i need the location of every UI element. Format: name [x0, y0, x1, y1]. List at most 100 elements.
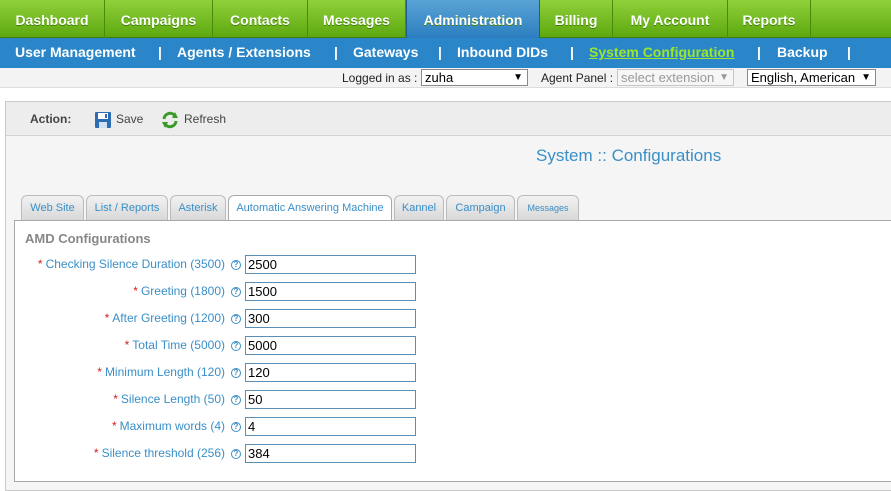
required-mark: * [104, 311, 110, 325]
help-icon[interactable]: ? [231, 449, 241, 459]
field-label: * After Greeting (1200) [105, 311, 225, 325]
field-label-text: After Greeting (1200) [112, 311, 225, 325]
field-label-text: Silence threshold (256) [101, 446, 225, 460]
tab-reports[interactable]: Reports [728, 0, 811, 38]
help-icon[interactable]: ? [231, 314, 241, 324]
maximum-words-input[interactable] [245, 417, 416, 436]
subnav-system-configuration[interactable]: System Configuration [589, 38, 734, 68]
required-mark: * [113, 392, 118, 406]
field-row: * Greeting (1800) ? [15, 282, 435, 302]
section-title: AMD Configurations [25, 231, 151, 246]
sub-navigation: User Management | Agents / Extensions | … [0, 38, 891, 68]
tab-asterisk[interactable]: Asterisk [170, 195, 226, 220]
action-bar: Action: Save Refresh [6, 102, 891, 136]
help-icon[interactable]: ? [231, 341, 241, 351]
total-time-input[interactable] [245, 336, 416, 355]
field-label-text: Maximum words (4) [119, 419, 225, 433]
save-label: Save [116, 112, 144, 126]
field-row: * Maximum words (4) ? [15, 417, 435, 437]
field-row: * Silence Length (50) ? [15, 390, 435, 410]
tab-dashboard[interactable]: Dashboard [0, 0, 105, 38]
greeting-input[interactable] [245, 282, 416, 301]
subnav-separator: | [158, 44, 162, 60]
field-label: * Silence threshold (256) [94, 446, 225, 460]
action-label: Action: [30, 112, 72, 126]
silence-length-input[interactable] [245, 390, 416, 409]
user-select[interactable]: zuha ▼ [421, 69, 528, 86]
subnav-inbound-dids[interactable]: Inbound DIDs [457, 38, 548, 68]
required-mark: * [124, 338, 130, 352]
help-icon[interactable]: ? [231, 368, 241, 378]
tab-automatic-answering-machine[interactable]: Automatic Answering Machine [228, 195, 392, 221]
login-bar: Logged in as : zuha ▼ Agent Panel : sele… [0, 68, 891, 88]
help-icon[interactable]: ? [231, 260, 241, 270]
chevron-down-icon: ▼ [861, 72, 871, 83]
subnav-backup[interactable]: Backup [777, 38, 828, 68]
logged-in-label: Logged in as : [342, 71, 418, 85]
help-icon[interactable]: ? [231, 287, 241, 297]
tab-campaign[interactable]: Campaign [446, 195, 515, 220]
chevron-down-icon: ▼ [513, 72, 523, 83]
required-mark: * [37, 257, 43, 271]
field-label-text: Checking Silence Duration (3500) [45, 257, 225, 271]
tab-billing[interactable]: Billing [540, 0, 613, 38]
subnav-separator: | [757, 44, 761, 60]
field-row: * Total Time (5000) ? [15, 336, 435, 356]
refresh-icon [162, 111, 178, 129]
tab-web-site[interactable]: Web Site [21, 195, 84, 220]
required-mark: * [133, 284, 138, 298]
refresh-label: Refresh [184, 112, 227, 126]
field-label-text: Minimum Length (120) [104, 365, 225, 379]
tab-messages[interactable]: Messages [308, 0, 406, 38]
field-label: * Minimum Length (120) [97, 365, 225, 379]
field-label: * Greeting (1800) [133, 284, 225, 298]
field-row: * Checking Silence Duration (3500) ? [15, 255, 435, 275]
user-select-value: zuha [425, 70, 454, 85]
language-select-value: English, American [751, 70, 856, 85]
tab-kannel[interactable]: Kannel [394, 195, 444, 220]
field-row: * Minimum Length (120) ? [15, 363, 435, 383]
field-label: * Total Time (5000) [125, 338, 225, 352]
checking-silence-duration-input[interactable] [245, 255, 416, 274]
subnav-separator: | [438, 44, 442, 60]
silence-threshold-input[interactable] [245, 444, 416, 463]
field-label: * Checking Silence Duration (3500) [38, 257, 225, 271]
field-label-text: Greeting (1800) [140, 284, 225, 298]
tab-campaigns[interactable]: Campaigns [105, 0, 213, 38]
minimum-length-input[interactable] [245, 363, 416, 382]
subnav-separator: | [334, 44, 338, 60]
help-icon[interactable]: ? [231, 395, 241, 405]
save-icon [95, 111, 111, 128]
tab-my-account[interactable]: My Account [613, 0, 728, 38]
field-label: * Silence Length (50) [113, 392, 225, 406]
required-mark: * [93, 446, 99, 460]
tab-messages-config[interactable]: Messages [517, 195, 579, 220]
main-panel: Action: Save Refresh System :: Configura… [5, 101, 891, 491]
extension-select[interactable]: select extension ▼ [617, 69, 734, 86]
field-row: * Silence threshold (256) ? [15, 444, 435, 464]
save-button[interactable]: Save [94, 108, 143, 130]
help-icon[interactable]: ? [231, 422, 241, 432]
page-title: System :: Configurations [536, 146, 722, 165]
field-label: * Maximum words (4) [112, 419, 225, 433]
required-mark: * [97, 365, 102, 379]
top-navigation: Dashboard Campaigns Contacts Messages Ad… [0, 0, 891, 38]
chevron-down-icon: ▼ [719, 72, 729, 83]
subnav-separator: | [570, 44, 574, 60]
language-select[interactable]: English, American ▼ [747, 69, 876, 86]
field-row: * After Greeting (1200) ? [15, 309, 435, 329]
subnav-user-management[interactable]: User Management [15, 38, 136, 68]
subnav-agents-extensions[interactable]: Agents / Extensions [177, 38, 311, 68]
tab-administration[interactable]: Administration [406, 0, 540, 38]
required-mark: * [111, 419, 117, 433]
after-greeting-input[interactable] [245, 309, 416, 328]
tab-list-reports[interactable]: List / Reports [86, 195, 168, 220]
amd-config-form: AMD Configurations * Checking Silence Dur… [14, 220, 891, 482]
extension-select-placeholder: select extension [621, 70, 715, 85]
subnav-gateways[interactable]: Gateways [353, 38, 418, 68]
subnav-separator: | [847, 44, 851, 60]
field-label-text: Total Time (5000) [132, 338, 225, 352]
agent-panel-label: Agent Panel : [541, 71, 614, 85]
tab-contacts[interactable]: Contacts [213, 0, 308, 38]
refresh-button[interactable]: Refresh [160, 108, 226, 130]
